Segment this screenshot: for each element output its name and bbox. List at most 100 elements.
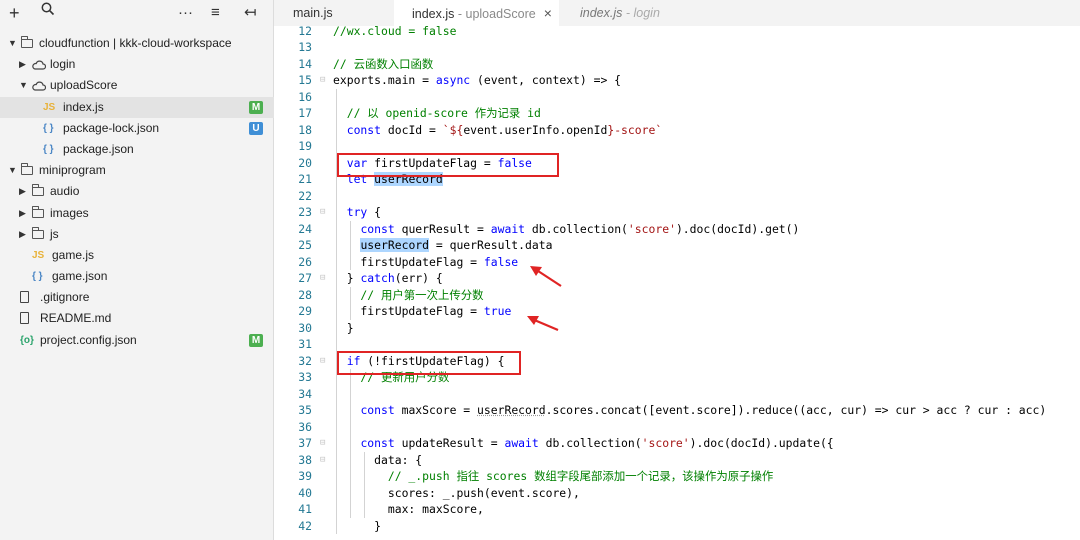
tree-item[interactable]: JS index.js M	[0, 96, 274, 118]
line-number: 24	[298, 221, 312, 236]
code-token: userRecord	[477, 403, 546, 417]
tree-item[interactable]: {o} project.config.json M	[0, 330, 274, 351]
line-number: 25	[298, 238, 312, 252]
code-line[interactable]: }	[333, 518, 381, 535]
code-token: }	[333, 271, 361, 285]
line-number: 14	[298, 56, 312, 71]
file-icon	[20, 312, 29, 325]
code-token: await	[490, 221, 526, 236]
line-number: 27	[298, 271, 312, 285]
line-number: 34	[298, 386, 312, 401]
chevron-down-icon[interactable]: ▼	[19, 75, 29, 96]
code-line[interactable]: const querResult = await db.collection('…	[333, 221, 799, 238]
line-number: 18	[298, 122, 312, 137]
code-token: // _.push 指往 scores 数组字段尾部添加一个记录，该操作为原子操…	[333, 469, 774, 483]
line-number: 38	[298, 452, 312, 467]
chevron-right-icon[interactable]: ▶	[19, 224, 29, 245]
close-icon[interactable]: ×	[544, 5, 552, 21]
folder-icon	[31, 184, 44, 197]
fold-toggle-icon[interactable]: ⊟	[320, 452, 325, 469]
chevron-right-icon[interactable]: ▶	[19, 203, 29, 224]
code-token: }-score`	[607, 122, 663, 137]
tree-item[interactable]: ▶ js	[0, 224, 274, 245]
fold-toggle-icon[interactable]: ⊟	[320, 435, 325, 452]
code-line[interactable]: // 云函数入口函数	[333, 56, 433, 73]
code-token: 'score'	[641, 436, 690, 450]
line-number: 30	[298, 320, 312, 335]
code-line[interactable]: // _.push 指往 scores 数组字段尾部添加一个记录，该操作为原子操…	[333, 468, 773, 485]
search-icon[interactable]	[41, 2, 55, 22]
tree-item[interactable]: .gitignore	[0, 287, 274, 308]
tab-index-js-uploadscore[interactable]: index.js - uploadScore ×	[394, 0, 559, 26]
tree-item[interactable]: README.md	[0, 308, 274, 329]
code-line[interactable]: scores: _.push(event.score),	[333, 485, 580, 502]
tree-item[interactable]: ▶ images	[0, 203, 274, 224]
tree-item[interactable]: ▶ login	[0, 54, 274, 75]
chevron-right-icon[interactable]: ▶	[19, 54, 29, 75]
fold-toggle-icon[interactable]: ⊟	[320, 353, 325, 370]
fold-toggle-icon[interactable]: ⊟	[320, 72, 325, 89]
tree-item-label: cloudfunction | kkk-cloud-workspace	[39, 36, 232, 50]
more-options-button[interactable]: ···	[178, 3, 193, 23]
tree-item-label: game.js	[52, 247, 95, 262]
line-number: 16	[298, 89, 312, 104]
line-number: 36	[298, 419, 312, 434]
tree-item[interactable]: ▼ cloudfunction | kkk-cloud-workspace	[0, 33, 274, 54]
code-line[interactable]: data: {	[333, 452, 422, 469]
tree-item[interactable]: { } package.json	[0, 139, 274, 160]
js-file-icon: JS	[32, 249, 45, 261]
code-line[interactable]: userRecord = querResult.data	[333, 237, 552, 254]
tree-item-label: README.md	[40, 311, 112, 326]
code-line[interactable]: firstUpdateFlag = true	[333, 303, 511, 320]
config-file-icon: {o}	[20, 334, 34, 346]
code-token: }	[333, 518, 382, 533]
code-line[interactable]: } catch(err) {	[333, 270, 443, 287]
chevron-down-icon[interactable]: ▼	[8, 160, 18, 181]
tab-index-js-login[interactable]: index.js - login	[564, 0, 694, 26]
code-line[interactable]: try {	[333, 204, 381, 221]
collapse-sidebar-button[interactable]: ↤	[244, 3, 257, 23]
code-line[interactable]: //wx.cloud = false	[333, 26, 456, 39]
chevron-right-icon[interactable]: ▶	[19, 181, 29, 202]
code-token: event.userInfo.openId	[463, 122, 608, 137]
sort-button[interactable]: ≡	[211, 3, 220, 23]
folder-icon	[31, 226, 44, 239]
fold-toggle-icon[interactable]: ⊟	[320, 270, 325, 287]
line-number: 26	[298, 254, 312, 269]
code-line[interactable]: firstUpdateFlag = false	[333, 254, 518, 271]
code-token: true	[483, 304, 512, 318]
code-token: firstUpdateFlag =	[333, 254, 484, 269]
code-token: ).doc(docId).update({	[689, 436, 834, 450]
line-number: 19	[298, 139, 312, 153]
code-line[interactable]: const updateResult = await db.collection…	[333, 435, 834, 452]
code-token: = querResult.data	[429, 238, 553, 252]
js-file-icon: JS	[43, 101, 56, 113]
code-line[interactable]: // 以 openid-score 作为记录 id	[333, 105, 541, 122]
tree-item[interactable]: ▼ uploadScore	[0, 75, 274, 96]
highlight-box-if-condition	[337, 351, 521, 375]
tree-item[interactable]: { } package-lock.json U	[0, 118, 274, 139]
code-line[interactable]: max: maxScore,	[333, 501, 484, 518]
code-editor[interactable]: 12 13 14 15 16 17 18 19 20 21 22 23 24 25 26 27 28 29 30 31…	[274, 26, 1080, 540]
folder-open-icon	[20, 163, 33, 176]
code-line[interactable]: const maxScore = userRecord.scores.conca…	[333, 402, 1046, 419]
fold-toggle-icon[interactable]: ⊟	[320, 204, 325, 221]
add-file-button[interactable]: +	[9, 3, 20, 23]
folder-icon	[31, 205, 44, 218]
tree-item[interactable]: ▼ miniprogram	[0, 160, 274, 181]
tree-item[interactable]: { } game.json	[0, 266, 274, 287]
code-line[interactable]: exports.main = async (event, context) =>…	[333, 72, 621, 89]
code-line[interactable]: const docId = `${event.userInfo.openId}-…	[333, 122, 663, 139]
tree-item[interactable]: ▶ audio	[0, 181, 274, 202]
chevron-down-icon[interactable]: ▼	[8, 33, 18, 54]
code-token: // 以 openid-score 作为记录 id	[333, 106, 541, 120]
tab-main-js[interactable]: main.js	[274, 0, 379, 26]
tab-sublabel: - login	[622, 6, 660, 20]
code-token: (event, context) => {	[470, 73, 622, 87]
code-line[interactable]: // 用户第一次上传分数	[333, 287, 483, 304]
line-number: 28	[298, 287, 312, 302]
tree-item[interactable]: JS game.js	[0, 245, 274, 266]
